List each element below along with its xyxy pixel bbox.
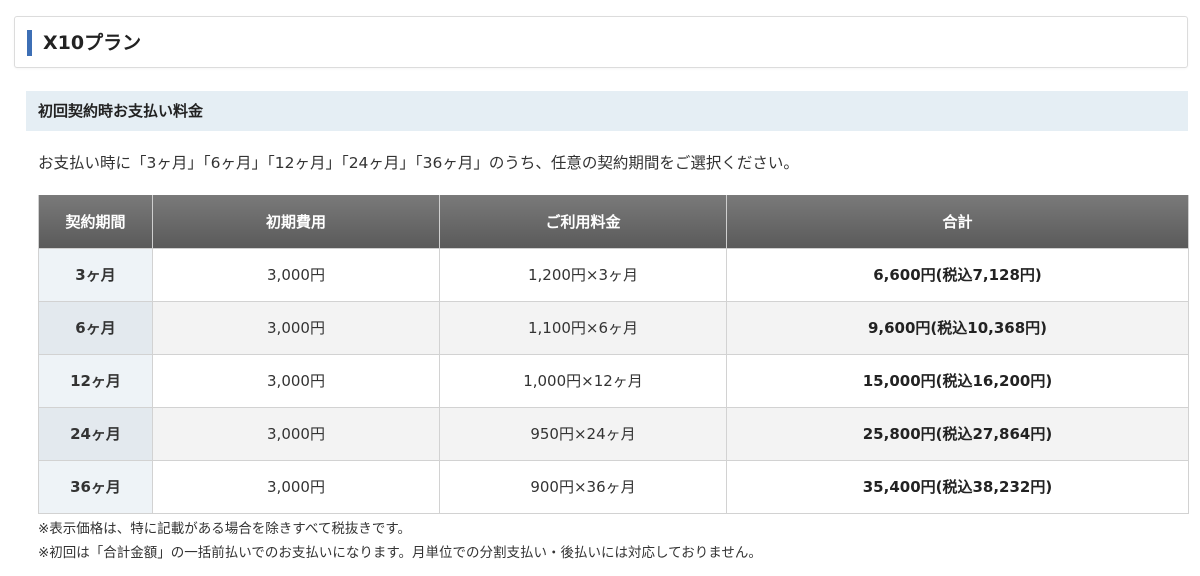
- cell-initial-fee: 3,000円: [152, 300, 440, 355]
- section-title: 初回契約時お支払い料金: [38, 102, 204, 120]
- cell-usage-fee: 1,100円×6ヶ月: [439, 300, 727, 355]
- cell-usage-fee: 950円×24ヶ月: [439, 406, 727, 461]
- intro-text: お支払い時に「3ヶ月」「6ヶ月」「12ヶ月」「24ヶ月」「36ヶ月」のうち、任意…: [38, 154, 799, 172]
- cell-initial-fee: 3,000円: [152, 247, 440, 302]
- table-row: 36ヶ月 3,000円 900円×36ヶ月 35,400円(税込38,232円): [38, 459, 1189, 514]
- plan-header: X10プラン: [14, 16, 1188, 68]
- cell-period: 36ヶ月: [38, 459, 153, 514]
- table-header-row: 契約期間 初期費用 ご利用料金 合計: [38, 195, 1189, 249]
- cell-total: 25,800円(税込27,864円): [726, 406, 1189, 461]
- header-contract-period: 契約期間: [38, 195, 153, 249]
- cell-total: 15,000円(税込16,200円): [726, 353, 1189, 408]
- note-tax: ※表示価格は、特に記載がある場合を除きすべて税抜きです。: [38, 521, 411, 537]
- pricing-table: 契約期間 初期費用 ご利用料金 合計 3ヶ月 3,000円 1,200円×3ヶ月…: [38, 195, 1189, 514]
- table-row: 12ヶ月 3,000円 1,000円×12ヶ月 15,000円(税込16,200…: [38, 353, 1189, 408]
- note-payment: ※初回は「合計金額」の一括前払いでのお支払いになります。月単位での分割支払い・後…: [38, 545, 762, 561]
- plan-header-accent-bar: [27, 30, 32, 56]
- cell-total: 9,600円(税込10,368円): [726, 300, 1189, 355]
- header-usage-fee: ご利用料金: [439, 195, 727, 249]
- table-row: 24ヶ月 3,000円 950円×24ヶ月 25,800円(税込27,864円): [38, 406, 1189, 461]
- cell-period: 3ヶ月: [38, 247, 153, 302]
- cell-period: 12ヶ月: [38, 353, 153, 408]
- section-heading: 初回契約時お支払い料金: [26, 91, 1188, 131]
- header-initial-fee: 初期費用: [152, 195, 440, 249]
- table-row: 6ヶ月 3,000円 1,100円×6ヶ月 9,600円(税込10,368円): [38, 300, 1189, 355]
- cell-usage-fee: 900円×36ヶ月: [439, 459, 727, 514]
- cell-initial-fee: 3,000円: [152, 406, 440, 461]
- cell-period: 24ヶ月: [38, 406, 153, 461]
- cell-total: 35,400円(税込38,232円): [726, 459, 1189, 514]
- table-row: 3ヶ月 3,000円 1,200円×3ヶ月 6,600円(税込7,128円): [38, 247, 1189, 302]
- cell-initial-fee: 3,000円: [152, 459, 440, 514]
- cell-usage-fee: 1,000円×12ヶ月: [439, 353, 727, 408]
- cell-usage-fee: 1,200円×3ヶ月: [439, 247, 727, 302]
- plan-title: X10プラン: [43, 32, 142, 54]
- header-total: 合計: [726, 195, 1189, 249]
- cell-total: 6,600円(税込7,128円): [726, 247, 1189, 302]
- cell-period: 6ヶ月: [38, 300, 153, 355]
- cell-initial-fee: 3,000円: [152, 353, 440, 408]
